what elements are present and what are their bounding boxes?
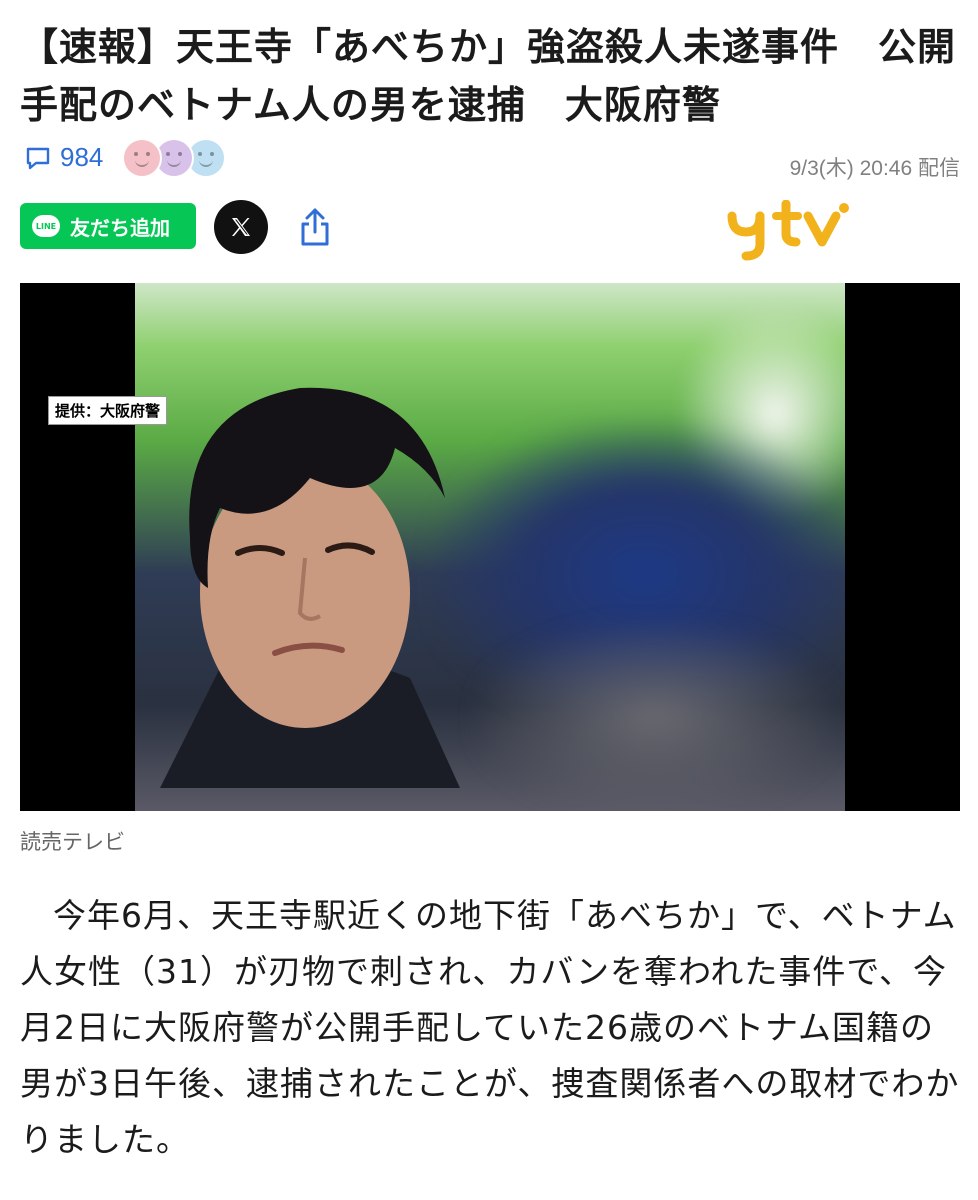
comment-count: 984 bbox=[60, 142, 104, 172]
article-photo[interactable]: 提供：大阪府警 bbox=[20, 283, 960, 811]
comments-link[interactable]: 984 bbox=[24, 142, 103, 173]
comment-bubble-icon bbox=[26, 147, 50, 169]
x-logo-icon bbox=[232, 218, 250, 236]
ytv-logo[interactable] bbox=[726, 200, 856, 262]
photo-caption: 読売テレビ bbox=[20, 830, 125, 854]
suspect-portrait bbox=[160, 387, 460, 788]
line-add-friend-button[interactable]: LINE 友だち追加 bbox=[20, 203, 196, 249]
publish-date: 9/3(木) 20:46 配信 bbox=[789, 157, 960, 180]
share-upload-icon bbox=[301, 208, 329, 246]
line-logo-icon: LINE bbox=[32, 215, 60, 237]
smile-face-pink-icon bbox=[122, 138, 162, 178]
photo-credit-tag: 提供：大阪府警 bbox=[48, 396, 168, 425]
line-add-friend-label: 友だち追加 bbox=[70, 215, 170, 240]
article-headline: 【速報】天王寺「あべちか」強盗殺人未遂事件 公開手配のベトナム人の男を逮捕 大阪… bbox=[20, 25, 957, 127]
x-share-button[interactable] bbox=[214, 200, 268, 254]
share-button[interactable] bbox=[294, 204, 336, 250]
article-meta: 984 9/3(木) 20:46 配信 bbox=[20, 138, 960, 182]
share-toolbar: LINE 友だち追加 bbox=[20, 200, 960, 261]
reaction-summary[interactable] bbox=[122, 138, 232, 178]
suspect-image bbox=[135, 283, 845, 811]
article-body: 今年6月、天王寺駅近くの地下街「あべちか」で、ベトナム人女性（31）が刃物で刺さ… bbox=[20, 896, 960, 1159]
